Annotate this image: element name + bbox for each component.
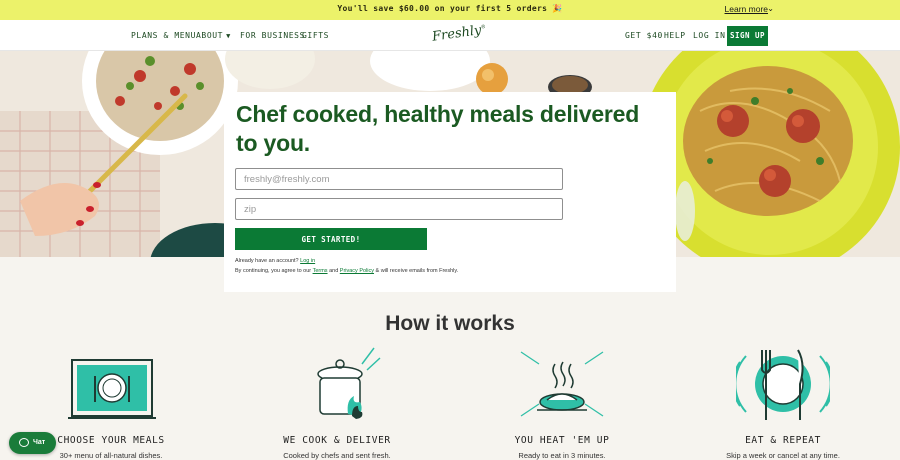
laptop-plate-icon [68, 359, 156, 419]
chevron-down-icon[interactable]: ⌄ [767, 4, 774, 13]
step-4-desc: Skip a week or cancel at any time. [726, 451, 840, 460]
microwave-plate-icon [520, 351, 604, 417]
step-3-title: YOU HEAT 'EM UP [514, 435, 610, 446]
freshly-logo[interactable]: Freshly® [431, 22, 487, 45]
logo-text: Freshly [431, 22, 483, 45]
step-3-desc: Ready to eat in 3 minutes. [518, 451, 606, 460]
nav-gifts[interactable]: GIFTS [302, 31, 329, 40]
cooking-pot-icon [317, 347, 381, 419]
step-2-title: WE COOK & DELIVER [283, 435, 391, 446]
top-nav: PLANS & MENU ABOUT ▼ FOR BUSINESS GIFTS F… [0, 20, 900, 51]
account-note: Already have an account? Log in [235, 258, 315, 264]
nav-plans-menu[interactable]: PLANS & MENU [131, 31, 196, 40]
chat-bubble-icon [19, 438, 29, 447]
chat-button[interactable]: Чат [9, 432, 56, 454]
nav-for-business[interactable]: FOR BUSINESS [240, 31, 305, 40]
email-input[interactable] [235, 168, 563, 190]
step-2-desc: Cooked by chefs and sent fresh. [283, 451, 391, 460]
nav-about-label: ABOUT [196, 31, 224, 40]
caret-down-icon: ▼ [226, 32, 231, 40]
nav-log-in[interactable]: LOG IN [693, 31, 726, 40]
terms-prefix: By continuing, you agree to our [235, 268, 313, 274]
terms-suffix: & will receive emails from Freshly. [374, 268, 459, 274]
signup-card: Chef cooked, healthy meals delivered to … [224, 92, 676, 292]
privacy-policy-link[interactable]: Privacy Policy [340, 268, 374, 274]
and-text: and [327, 268, 340, 274]
promo-bar: You'll save $60.00 on your first 5 order… [0, 0, 900, 20]
account-prefix: Already have an account? [235, 258, 301, 264]
get-started-button[interactable]: GET STARTED! [235, 228, 427, 250]
sign-up-button[interactable]: SIGN UP [727, 26, 768, 46]
nav-help[interactable]: HELP [664, 31, 686, 40]
chat-label: Чат [33, 439, 46, 446]
fork-knife-plate-icon [736, 349, 830, 420]
hero-title: Chef cooked, healthy meals delivered to … [236, 101, 640, 156]
terms-link[interactable]: Terms [313, 268, 328, 274]
nav-about[interactable]: ABOUT ▼ [196, 31, 231, 40]
zip-input[interactable] [235, 198, 563, 220]
nav-get-40[interactable]: GET $40 [625, 31, 663, 40]
learn-more-link[interactable]: Learn more [725, 4, 768, 14]
terms-note: By continuing, you agree to our Terms an… [235, 268, 458, 274]
log-in-link[interactable]: Log in [300, 258, 315, 264]
step-4-title: EAT & REPEAT [745, 435, 821, 446]
how-it-works-title: How it works [385, 312, 515, 335]
